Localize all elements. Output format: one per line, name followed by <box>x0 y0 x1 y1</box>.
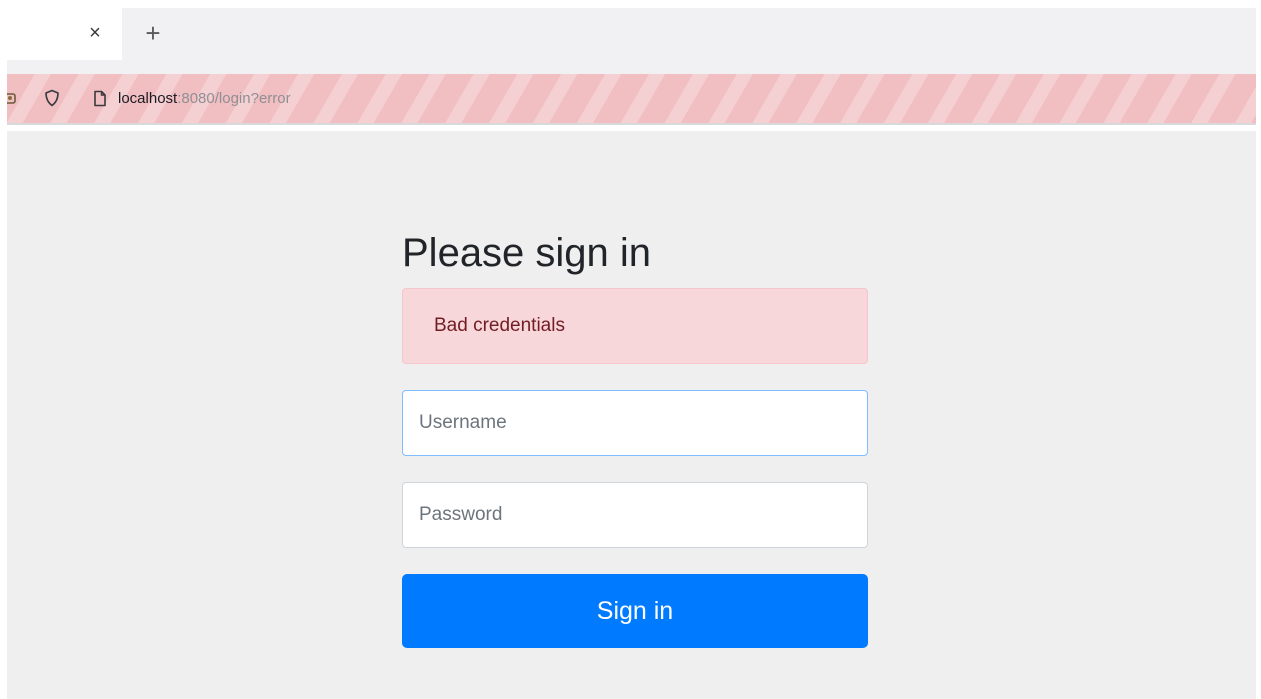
extension-icon[interactable] <box>7 88 19 108</box>
username-input[interactable] <box>402 390 868 456</box>
url-path: :8080/login?error <box>177 90 291 107</box>
address-bar[interactable]: localhost:8080/login?error <box>7 74 1256 125</box>
tracking-protection-icon[interactable] <box>43 88 61 108</box>
tab-close-icon[interactable]: × <box>85 20 105 46</box>
url-host: localhost <box>118 90 178 107</box>
page-title: Please sign in <box>402 231 652 275</box>
page-info-icon[interactable] <box>91 88 109 108</box>
page-content: Please sign in Bad credentials Sign in <box>7 131 1256 699</box>
password-input[interactable] <box>402 482 868 548</box>
sign-in-button[interactable]: Sign in <box>402 574 868 648</box>
active-tab[interactable]: × <box>7 8 122 60</box>
url-text[interactable]: localhost:8080/login?error <box>118 89 291 109</box>
browser-window: × + localhost:8080/login?error Please si… <box>7 8 1256 699</box>
new-tab-button[interactable]: + <box>140 18 166 48</box>
tab-strip: × + <box>7 8 1256 74</box>
error-alert: Bad credentials <box>402 288 868 364</box>
